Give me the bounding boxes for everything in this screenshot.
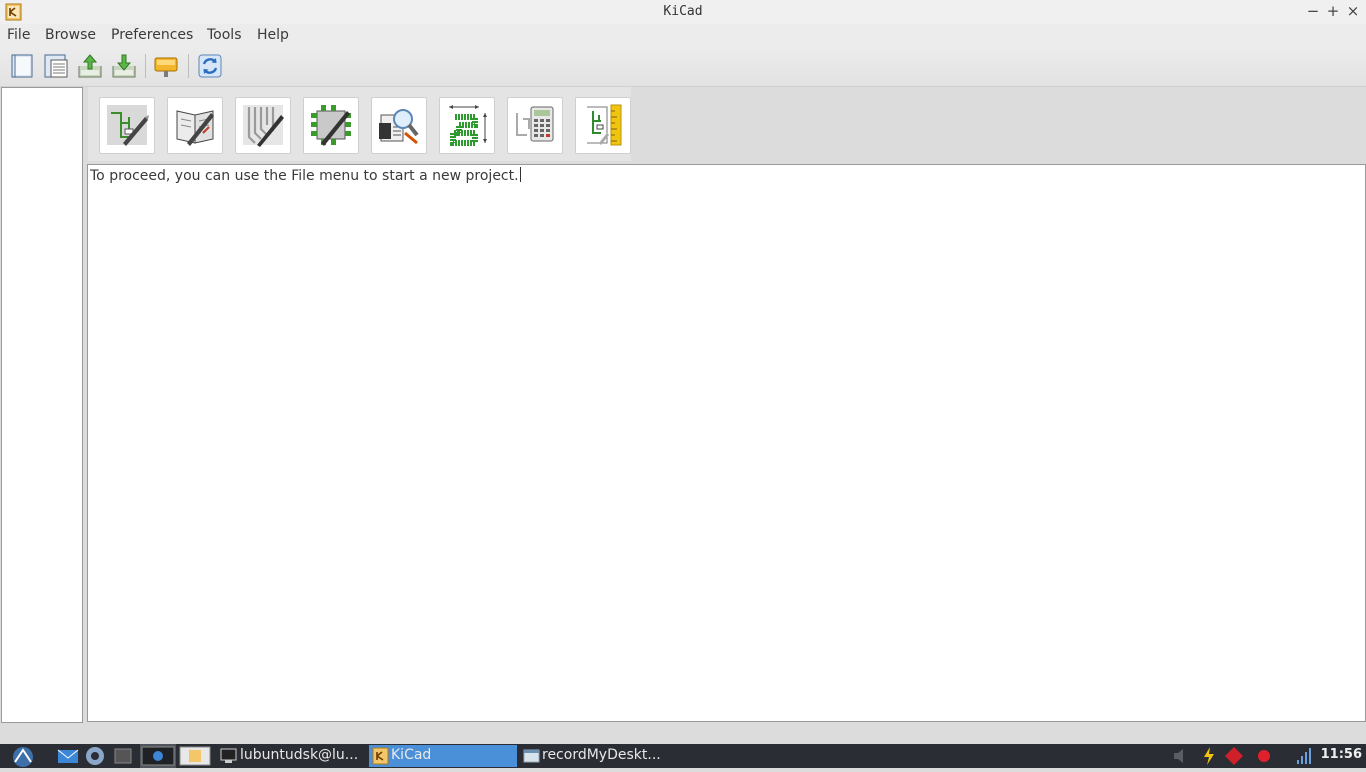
title-bar: KiCad − + ×	[0, 0, 1366, 25]
symbol-editor-icon	[176, 110, 214, 146]
power-icon[interactable]	[1198, 744, 1220, 768]
workspace-2[interactable]	[178, 744, 212, 768]
menu-help[interactable]: Help	[257, 27, 289, 43]
open-project-icon[interactable]	[76, 52, 104, 80]
workspace-1[interactable]	[140, 744, 176, 768]
task-recordmydesktop[interactable]: recordMyDeskt...	[520, 745, 670, 767]
schematic-editor-icon	[107, 105, 149, 146]
mail-icon[interactable]	[56, 744, 80, 768]
network-signal-icon[interactable]	[1294, 744, 1314, 768]
calculator-icon	[516, 106, 554, 142]
toolbar-separator	[145, 54, 146, 78]
schematic-editor-button[interactable]	[99, 97, 155, 154]
text-caret	[519, 167, 521, 182]
task-terminal-label: lubuntudsk@lu...	[240, 747, 359, 763]
archive-icon[interactable]	[152, 52, 180, 80]
menu-preferences[interactable]: Preferences	[111, 27, 193, 43]
project-tree-panel[interactable]	[1, 87, 83, 723]
bitmap-converter-button[interactable]	[439, 97, 495, 154]
kicad-icon	[372, 747, 389, 765]
message-text: To proceed, you can use the File menu to…	[90, 168, 519, 184]
menu-tools[interactable]: Tools	[207, 27, 242, 43]
window-title: KiCad	[663, 4, 703, 19]
gerber-viewer-icon	[379, 109, 419, 145]
pcb-editor-icon	[243, 105, 284, 147]
terminal-icon	[220, 748, 237, 763]
system-taskbar: lubuntudsk@lu... KiCad recordMyDeskt... …	[0, 744, 1366, 768]
gerber-viewer-button[interactable]	[371, 97, 427, 154]
window-icon	[523, 749, 540, 763]
record-icon[interactable]	[1254, 744, 1274, 768]
minimize-button[interactable]: −	[1305, 3, 1321, 19]
start-menu-icon[interactable]	[8, 744, 38, 768]
footprint-editor-button[interactable]	[303, 97, 359, 154]
update-notifier-icon[interactable]	[1222, 744, 1246, 768]
maximize-button[interactable]: +	[1325, 3, 1341, 19]
new-project-from-template-icon[interactable]	[42, 52, 70, 80]
clock[interactable]: 11:56	[1321, 747, 1362, 762]
refresh-icon[interactable]	[196, 52, 224, 80]
show-desktop-icon[interactable]	[112, 744, 134, 768]
main-toolbar	[0, 48, 1366, 87]
menu-browse[interactable]: Browse	[45, 27, 96, 43]
bitmap-converter-icon	[449, 105, 487, 146]
worksheet-editor-icon	[587, 104, 622, 146]
volume-icon[interactable]	[1170, 744, 1190, 768]
message-panel[interactable]: To proceed, you can use the File menu to…	[87, 164, 1366, 722]
worksheet-editor-button[interactable]	[575, 97, 631, 154]
menu-file[interactable]: File	[7, 27, 30, 43]
task-kicad-label: KiCad	[391, 747, 432, 763]
task-recordmydesktop-label: recordMyDeskt...	[542, 747, 661, 763]
launcher-strip	[88, 87, 631, 161]
footprint-editor-icon	[311, 105, 351, 146]
symbol-editor-button[interactable]	[167, 97, 223, 154]
toolbar-separator	[188, 54, 189, 78]
calculator-button[interactable]	[507, 97, 563, 154]
new-project-icon[interactable]	[8, 52, 36, 80]
menu-bar: File Browse Preferences Tools Help	[0, 24, 1366, 48]
save-project-icon[interactable]	[110, 52, 138, 80]
close-button[interactable]: ×	[1345, 3, 1361, 19]
task-terminal[interactable]: lubuntudsk@lu...	[218, 745, 366, 767]
task-kicad[interactable]: KiCad	[369, 745, 517, 767]
browser-icon[interactable]	[84, 744, 106, 768]
pcb-editor-button[interactable]	[235, 97, 291, 154]
